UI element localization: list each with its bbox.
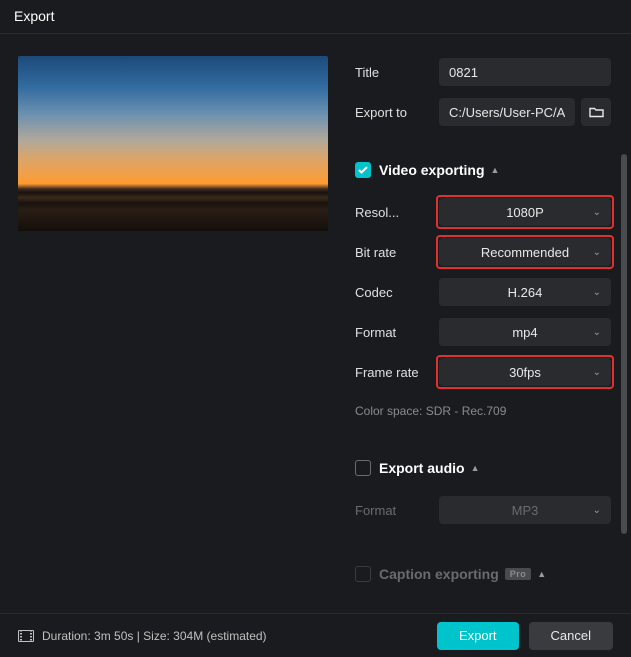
resolution-select[interactable]: 1080P ⌄ — [439, 198, 611, 226]
bitrate-value: Recommended — [481, 245, 569, 260]
caption-exporting-checkbox — [355, 566, 371, 582]
codec-value: H.264 — [508, 285, 543, 300]
resolution-value: 1080P — [506, 205, 544, 220]
format-select[interactable]: mp4 ⌄ — [439, 318, 611, 346]
film-icon — [18, 630, 34, 642]
framerate-highlight: 30fps ⌄ — [436, 355, 614, 389]
collapse-icon: ▲ — [537, 569, 546, 579]
caption-exporting-section-title: Caption exporting — [379, 566, 499, 582]
chevron-down-icon: ⌄ — [593, 287, 601, 298]
export-audio-checkbox[interactable] — [355, 460, 371, 476]
codec-select[interactable]: H.264 ⌄ — [439, 278, 611, 306]
export-audio-section-title: Export audio — [379, 460, 465, 476]
chevron-down-icon: ⌄ — [593, 367, 601, 378]
chevron-down-icon: ⌄ — [593, 327, 601, 338]
window-title: Export — [0, 0, 631, 34]
codec-label: Codec — [355, 285, 435, 300]
pro-badge: Pro — [505, 568, 532, 580]
export-path-label: Export to — [355, 105, 435, 120]
format-value: mp4 — [512, 325, 537, 340]
bitrate-select[interactable]: Recommended ⌄ — [439, 238, 611, 266]
export-button[interactable]: Export — [437, 622, 519, 650]
format-label: Format — [355, 325, 435, 340]
title-label: Title — [355, 65, 435, 80]
framerate-label: Frame rate — [355, 365, 435, 380]
folder-icon — [589, 106, 604, 118]
video-exporting-section-title: Video exporting — [379, 162, 485, 178]
audio-format-label: Format — [355, 503, 435, 518]
bitrate-highlight: Recommended ⌄ — [436, 235, 614, 269]
browse-folder-button[interactable] — [581, 98, 611, 126]
audio-format-value: MP3 — [512, 503, 539, 518]
collapse-icon[interactable]: ▲ — [471, 463, 480, 473]
check-icon — [358, 166, 368, 174]
cancel-button[interactable]: Cancel — [529, 622, 613, 650]
footer-info-text: Duration: 3m 50s | Size: 304M (estimated… — [42, 629, 267, 643]
framerate-select[interactable]: 30fps ⌄ — [439, 358, 611, 386]
export-path-input[interactable] — [439, 98, 575, 126]
framerate-value: 30fps — [509, 365, 541, 380]
video-preview-thumbnail — [18, 56, 328, 231]
title-input[interactable] — [439, 58, 611, 86]
chevron-down-icon: ⌄ — [593, 207, 601, 218]
video-exporting-checkbox[interactable] — [355, 162, 371, 178]
chevron-down-icon: ⌄ — [593, 505, 601, 516]
settings-scrollbar[interactable] — [621, 154, 627, 534]
chevron-down-icon: ⌄ — [593, 247, 601, 258]
collapse-icon[interactable]: ▲ — [491, 165, 500, 175]
bitrate-label: Bit rate — [355, 245, 435, 260]
resolution-label: Resol... — [355, 205, 435, 220]
audio-format-select: MP3 ⌄ — [439, 496, 611, 524]
color-space-info: Color space: SDR - Rec.709 — [355, 404, 611, 418]
resolution-highlight: 1080P ⌄ — [436, 195, 614, 229]
